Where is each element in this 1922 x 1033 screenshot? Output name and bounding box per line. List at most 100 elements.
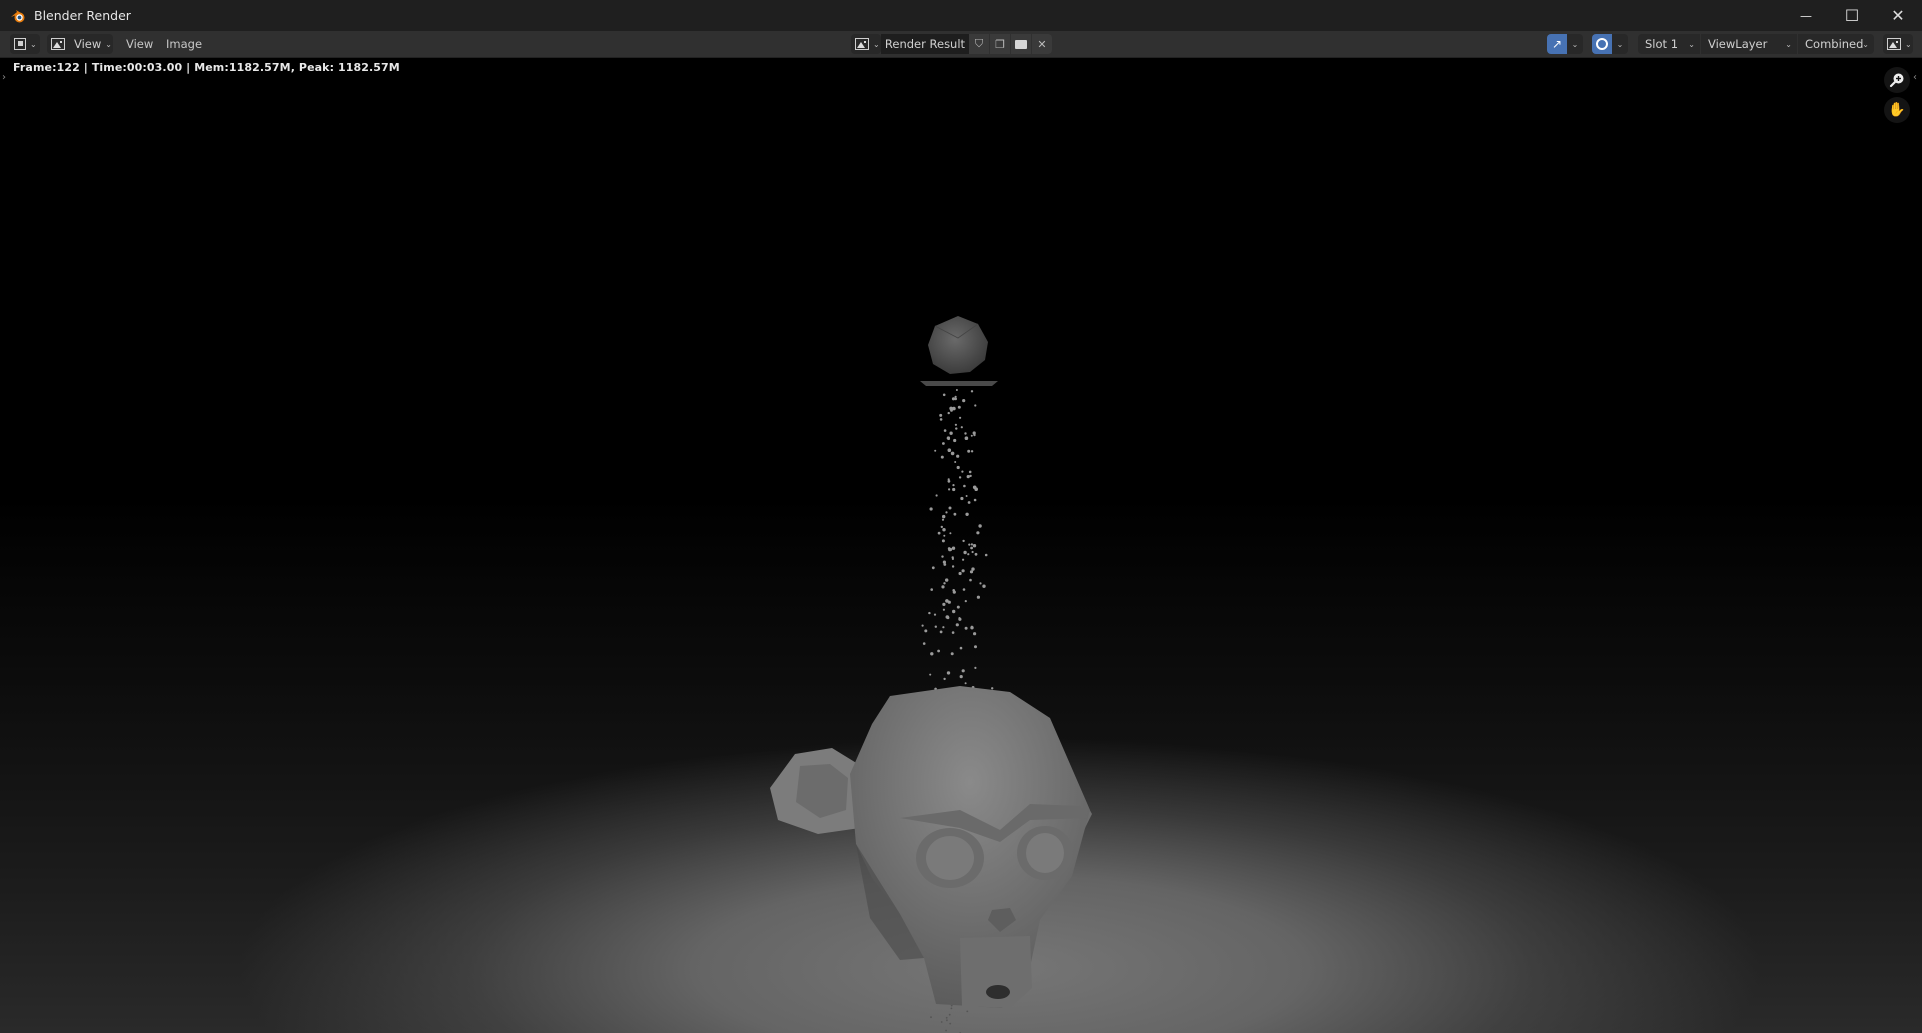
particle bbox=[979, 582, 982, 585]
particle bbox=[963, 484, 966, 488]
particle bbox=[941, 539, 945, 543]
display-channels-icon bbox=[1887, 38, 1901, 50]
image-icon bbox=[51, 38, 65, 50]
particle bbox=[941, 585, 945, 589]
particle bbox=[974, 487, 978, 492]
particle bbox=[947, 448, 952, 453]
particle bbox=[973, 498, 977, 502]
particle bbox=[946, 1019, 948, 1022]
particle bbox=[956, 465, 960, 470]
minimize-button[interactable]: — bbox=[1783, 0, 1829, 31]
pan-navigation-button[interactable]: ✋ bbox=[1884, 97, 1910, 123]
particle bbox=[930, 652, 934, 656]
particle bbox=[955, 623, 959, 627]
overlay-toggle[interactable] bbox=[1592, 34, 1612, 54]
particle bbox=[962, 588, 966, 591]
particle bbox=[943, 677, 946, 681]
overlay-options-dropdown[interactable]: ⌄ bbox=[1612, 34, 1628, 54]
folder-icon bbox=[1015, 39, 1027, 49]
minimize-icon: — bbox=[1800, 8, 1812, 23]
particle bbox=[971, 550, 974, 554]
chevron-down-icon: ⌄ bbox=[1616, 39, 1624, 49]
particle bbox=[976, 595, 981, 599]
toolbar-toggle-arrow[interactable]: › bbox=[2, 72, 6, 83]
editor-type-button[interactable]: ⌄ bbox=[10, 34, 40, 54]
particle bbox=[970, 546, 973, 550]
view-layer-dropdown[interactable]: ViewLayer ⌄ bbox=[1701, 34, 1797, 54]
particle bbox=[967, 553, 970, 556]
image-browse-button[interactable]: ⌄ bbox=[851, 34, 881, 54]
image-editor-header: ⌄ View ⌄ View Image ⌄ Render Result ⛉ ❐ … bbox=[0, 31, 1922, 58]
particle bbox=[952, 484, 955, 487]
render-pass-dropdown[interactable]: Combined ⌄ bbox=[1798, 34, 1874, 54]
particle bbox=[945, 1029, 947, 1032]
slot-dropdown[interactable]: Slot 1 ⌄ bbox=[1638, 34, 1700, 54]
particle bbox=[963, 550, 967, 555]
particle bbox=[939, 413, 943, 417]
particle bbox=[974, 666, 977, 670]
particle bbox=[942, 626, 945, 629]
particle bbox=[950, 652, 954, 656]
duplicate-image-button[interactable]: ❐ bbox=[990, 34, 1010, 54]
open-image-button[interactable] bbox=[1011, 34, 1031, 54]
particle bbox=[946, 616, 950, 620]
chevron-down-icon: ⌄ bbox=[30, 39, 37, 49]
particle bbox=[959, 416, 962, 419]
particle bbox=[943, 534, 946, 537]
particle bbox=[956, 605, 960, 609]
particle bbox=[950, 1007, 953, 1010]
gizmo-toggle[interactable]: ↗ bbox=[1547, 34, 1567, 54]
particle bbox=[942, 528, 946, 532]
particle bbox=[946, 436, 951, 440]
zoom-navigation-button[interactable] bbox=[1884, 67, 1910, 93]
particle bbox=[952, 609, 956, 614]
sidebar-toggle-arrow[interactable]: ‹ bbox=[1913, 72, 1917, 83]
particle bbox=[942, 442, 945, 445]
particle bbox=[953, 438, 957, 443]
particle bbox=[959, 646, 963, 650]
image-name-field[interactable]: Render Result bbox=[881, 34, 969, 54]
particle bbox=[948, 1013, 951, 1016]
particle bbox=[946, 671, 951, 675]
menu-image[interactable]: Image bbox=[166, 34, 202, 54]
particle bbox=[948, 506, 952, 510]
maximize-button[interactable]: ☐ bbox=[1829, 0, 1875, 31]
particle bbox=[974, 552, 978, 556]
chevron-down-icon: ⌄ bbox=[1688, 39, 1695, 49]
particle bbox=[922, 642, 926, 645]
icosphere bbox=[928, 316, 988, 374]
particle bbox=[961, 470, 964, 473]
duplicate-icon: ❐ bbox=[995, 37, 1005, 51]
render-viewport[interactable]: › ‹ ✋ bbox=[0, 58, 1922, 1033]
blender-logo-icon bbox=[10, 8, 26, 24]
close-window-button[interactable]: ✕ bbox=[1875, 0, 1921, 31]
particle bbox=[930, 588, 933, 591]
particle bbox=[974, 404, 977, 407]
particle bbox=[943, 582, 946, 585]
image-editor-icon bbox=[14, 38, 26, 50]
overlay-icon bbox=[1596, 38, 1608, 50]
chevron-down-icon: ⌄ bbox=[1571, 39, 1579, 49]
unlink-image-button[interactable]: ✕ bbox=[1032, 34, 1052, 54]
menu-view[interactable]: View bbox=[126, 34, 153, 54]
particle bbox=[948, 547, 953, 552]
particle bbox=[950, 451, 955, 456]
particle bbox=[934, 449, 937, 452]
maximize-icon: ☐ bbox=[1844, 6, 1860, 25]
particle bbox=[961, 569, 965, 573]
chevron-down-icon: ⌄ bbox=[1905, 39, 1912, 49]
particle bbox=[978, 524, 982, 528]
view-mode-dropdown[interactable]: View ⌄ bbox=[47, 34, 113, 54]
particle bbox=[967, 449, 971, 453]
gizmo-options-dropdown[interactable]: ⌄ bbox=[1567, 34, 1583, 54]
chevron-down-icon: ⌄ bbox=[105, 39, 112, 49]
display-channels-dropdown[interactable]: ⌄ bbox=[1883, 34, 1913, 54]
particle bbox=[960, 496, 964, 501]
hand-icon: ✋ bbox=[1888, 102, 1906, 118]
particle bbox=[964, 436, 969, 441]
particle bbox=[966, 1010, 969, 1013]
particle bbox=[964, 626, 968, 630]
fake-user-button[interactable]: ⛉ bbox=[969, 34, 989, 54]
chevron-down-icon: ⌄ bbox=[1862, 39, 1869, 49]
particle bbox=[931, 566, 935, 570]
